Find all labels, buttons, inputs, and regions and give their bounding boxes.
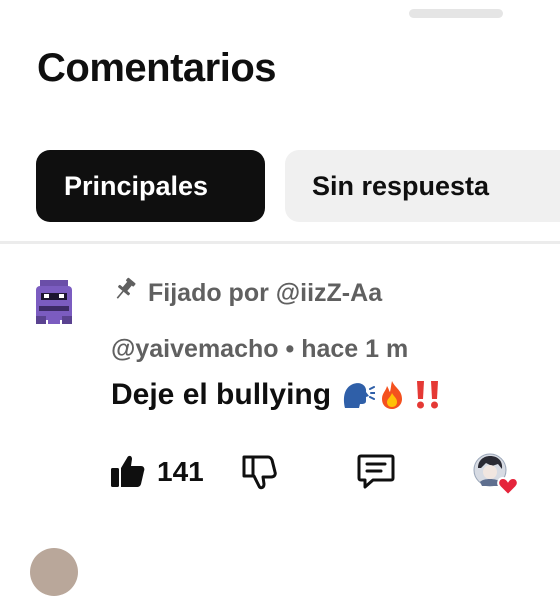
comment-text: Deje el bullying — [111, 378, 443, 412]
meta-separator: • — [285, 335, 295, 363]
divider — [0, 241, 560, 244]
page-title: Comentarios — [37, 46, 277, 90]
reply-button[interactable] — [355, 450, 397, 492]
pinned-label: Fijado por @iizZ-Aa — [148, 279, 383, 307]
filter-chip-label: Sin respuesta — [312, 170, 490, 201]
comment-author[interactable]: @yaivemacho — [111, 335, 279, 363]
thumbs-down-icon — [242, 455, 277, 490]
creator-heart-icon — [470, 452, 522, 498]
dislike-button[interactable] — [240, 452, 280, 492]
comment-body: Deje el bullying — [111, 378, 332, 411]
comment-time: hace 1 m — [301, 335, 409, 363]
thumbs-up-icon — [111, 455, 145, 487]
avatar[interactable] — [32, 278, 76, 326]
fire-emoji — [377, 379, 407, 411]
pin-icon — [112, 276, 138, 302]
avatar[interactable] — [30, 548, 78, 596]
comment-meta: @yaivemacho • hace 1 m — [111, 335, 408, 364]
comment-icon — [357, 454, 395, 489]
filter-chip-sin-respuesta[interactable]: Sin respuesta — [285, 150, 560, 222]
double-exclamation-emoji — [413, 379, 443, 411]
filter-chip-label: Principales — [64, 170, 209, 201]
like-button[interactable] — [108, 452, 146, 490]
speaking-head-emoji — [341, 380, 376, 410]
filter-chip-principales[interactable]: Principales — [36, 150, 265, 222]
like-count: 141 — [157, 456, 204, 487]
drag-handle[interactable] — [409, 9, 503, 18]
